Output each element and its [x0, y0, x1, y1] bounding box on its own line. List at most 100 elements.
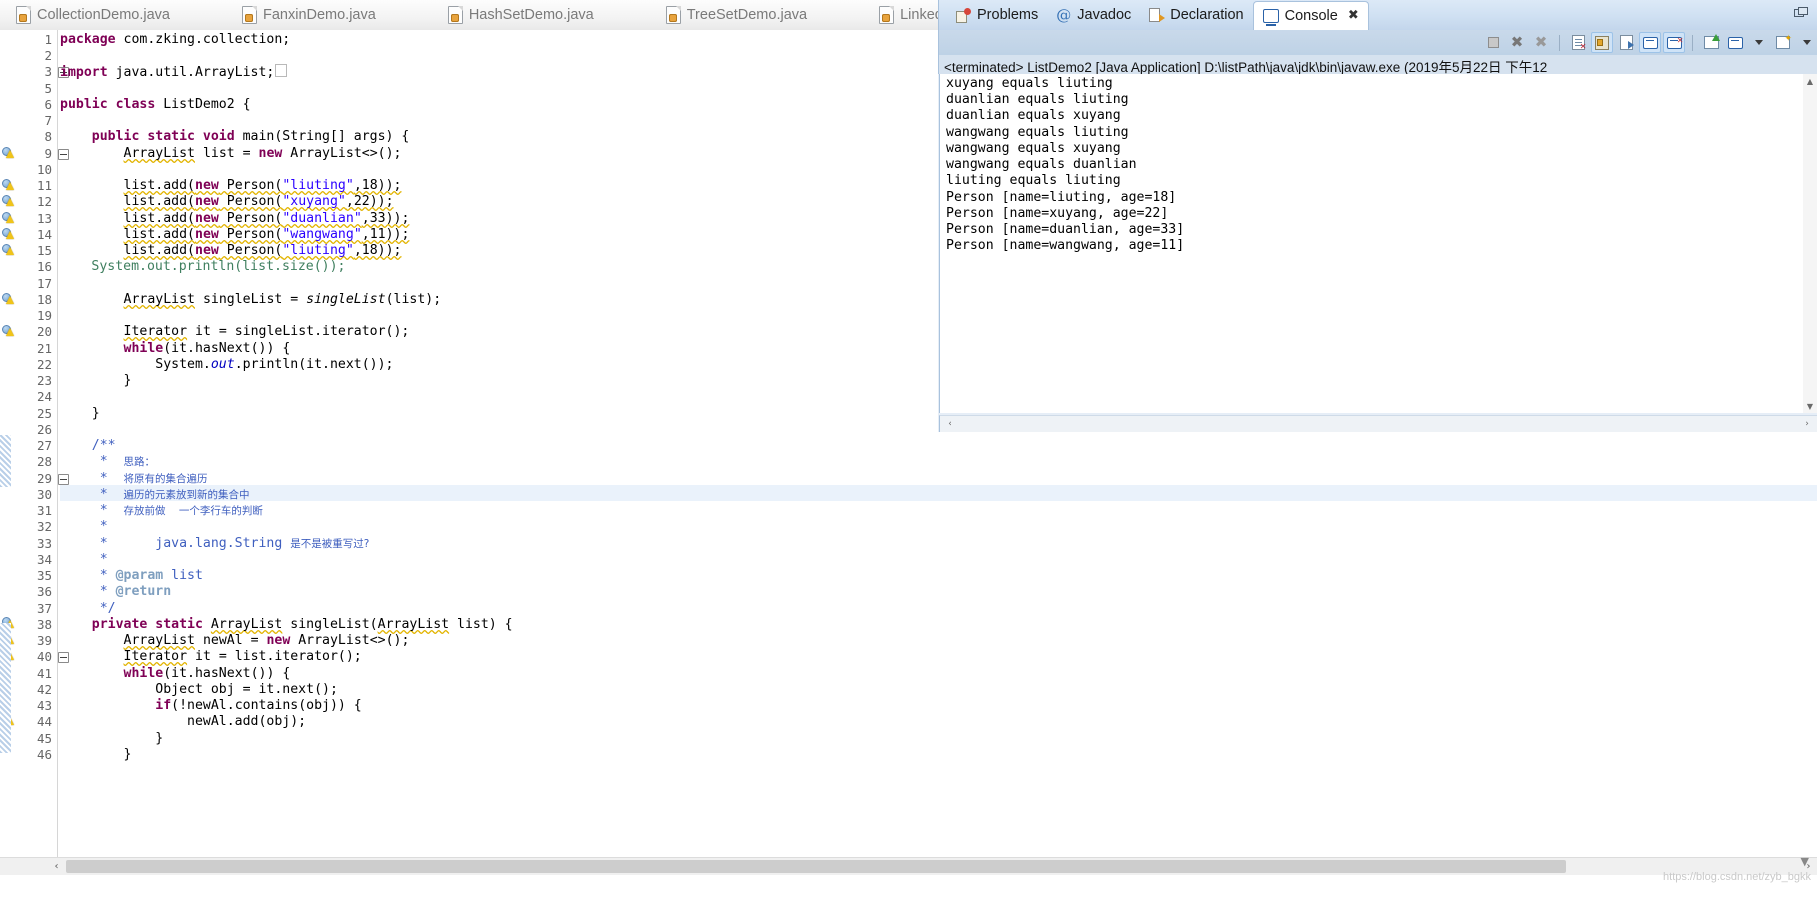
scroll-right-icon[interactable]: › — [1799, 416, 1815, 432]
editor-horizontal-scrollbar[interactable]: ‹ › — [0, 857, 1817, 875]
warning-marker-icon[interactable] — [2, 178, 16, 192]
terminate-button[interactable] — [1482, 32, 1504, 53]
java-file-icon — [16, 6, 31, 24]
tab-javadoc[interactable]: @ Javadoc — [1047, 0, 1140, 30]
line-number: 40 — [36, 649, 52, 664]
line-number: 34 — [36, 552, 52, 567]
warning-marker-icon[interactable] — [2, 146, 16, 160]
x-icon: ✖ — [1510, 33, 1524, 51]
warning-marker-icon[interactable] — [2, 292, 16, 306]
code-line-25: } — [60, 406, 100, 421]
scroll-left-icon[interactable]: ‹ — [942, 416, 958, 432]
editor-tab-collectiondemo[interactable]: CollectionDemo.java — [6, 1, 184, 29]
line-number: 3 — [44, 64, 52, 79]
line-number: 15 — [36, 243, 52, 258]
tab-label: Problems — [977, 7, 1039, 23]
gutter-divider — [57, 30, 58, 875]
pin-console-button[interactable] — [1700, 32, 1722, 53]
code-line-14: list.add(new Person("wangwang",11)); — [123, 227, 410, 242]
editor-tab-treesetdemo[interactable]: TreeSetDemo.java — [656, 1, 821, 29]
tab-label: Declaration — [1170, 7, 1244, 23]
tab-declaration[interactable]: Declaration — [1140, 0, 1252, 30]
code-line-41: while(it.hasNext()) { — [123, 666, 291, 681]
line-number: 5 — [44, 81, 52, 96]
line-number: 12 — [36, 194, 52, 209]
line-number: 7 — [44, 113, 52, 128]
console-output-line: xuyang equals liuting — [946, 76, 1113, 91]
display-selected-console-dropdown[interactable] — [1748, 32, 1770, 53]
console-output-area[interactable]: xuyang equals liuting duanlian equals li… — [939, 74, 1817, 413]
line-number: 36 — [36, 584, 52, 599]
editor-tab-hashsetdemo[interactable]: HashSetDemo.java — [438, 1, 608, 29]
code-line-12: list.add(new Person("xuyang",22)); — [123, 194, 394, 209]
minimize-icon[interactable] — [1794, 7, 1808, 20]
code-line-11: list.add(new Person("liuting",18)); — [123, 178, 402, 193]
code-line-30: * 遍历的元素放到新的集合中 — [60, 487, 250, 502]
tab-problems[interactable]: Problems — [947, 0, 1047, 30]
line-number: 14 — [36, 227, 52, 242]
show-console-on-output-button[interactable] — [1639, 32, 1661, 53]
code-line-42: Object obj = it.next(); — [60, 682, 338, 697]
line-number: 32 — [36, 519, 52, 534]
close-icon[interactable]: ✖ — [1348, 8, 1359, 23]
line-number-ruler: 1 2 3 5 6 7 8 9 10 11 12 13 14 15 16 17 … — [18, 30, 69, 875]
console-view-tab-bar: Problems @ Javadoc Declaration Console ✖ — [938, 0, 1817, 30]
warning-marker-icon[interactable] — [2, 324, 16, 338]
line-number: 23 — [36, 373, 52, 388]
warning-marker-icon[interactable] — [2, 211, 16, 225]
clear-document-icon: ✕ — [1571, 35, 1587, 51]
console-vertical-scrollbar[interactable]: ▲ ▼ — [1803, 74, 1817, 413]
code-line-39: ArrayList newAl = new ArrayList<>(); — [123, 633, 410, 648]
code-line-29: * 将原有的集合遍历 — [60, 471, 208, 486]
java-file-icon — [665, 6, 681, 24]
console-output-line: Person [name=liuting, age=18] — [946, 190, 1177, 205]
scroll-lock-button[interactable] — [1591, 32, 1613, 53]
warning-marker-icon[interactable] — [2, 243, 16, 257]
remove-launch-button[interactable]: ✖ — [1506, 32, 1528, 53]
editor-tab-fanxindemo[interactable]: FanxinDemo.java — [232, 1, 390, 29]
console-horizontal-scrollbar[interactable]: ‹ › — [939, 415, 1817, 432]
warning-marker-icon[interactable] — [2, 194, 16, 208]
line-number: 10 — [36, 162, 52, 177]
toolbar-separator — [1692, 34, 1693, 51]
line-number: 41 — [36, 666, 52, 681]
line-number: 25 — [36, 406, 52, 421]
line-number: 29 — [36, 471, 52, 486]
line-number: 1 — [44, 32, 52, 47]
code-line-46: } — [60, 747, 132, 762]
current-line-highlight — [60, 485, 1817, 502]
word-wrap-button[interactable] — [1615, 32, 1637, 53]
line-number: 16 — [36, 259, 52, 274]
editor-hscroll-thumb[interactable] — [66, 860, 1566, 873]
console-output-icon — [1642, 36, 1658, 49]
console-output-line: wangwang equals duanlian — [946, 157, 1137, 172]
lock-icon — [1595, 35, 1609, 50]
code-line-6: public class ListDemo2 { — [60, 97, 251, 112]
scroll-down-icon[interactable]: ▼ — [1803, 399, 1817, 413]
remove-all-terminated-button[interactable]: ✖ — [1530, 32, 1552, 53]
display-selected-console-button[interactable] — [1724, 32, 1746, 53]
editor-scroll-down-icon[interactable]: ▼ — [1801, 855, 1809, 868]
declaration-icon — [1149, 7, 1166, 23]
open-console-dropdown[interactable] — [1796, 32, 1817, 53]
toolbar-separator — [1559, 34, 1560, 51]
warning-marker-icon[interactable] — [2, 227, 16, 241]
line-number: 35 — [36, 568, 52, 583]
problems-icon — [956, 7, 971, 23]
tab-label: Javadoc — [1077, 7, 1132, 23]
code-line-45: } — [60, 731, 164, 746]
console-toolbar: ✖ ✖ ✕ ✕ ✦ — [938, 30, 1817, 55]
code-line-34: * — [60, 552, 108, 567]
scroll-up-icon[interactable]: ▲ — [1803, 74, 1817, 88]
code-line-27: /** — [60, 438, 116, 453]
line-number: 38 — [36, 617, 52, 632]
line-number: 46 — [36, 747, 52, 762]
line-number: 18 — [36, 292, 52, 307]
show-console-on-error-button[interactable]: ✕ — [1663, 32, 1685, 53]
open-console-button[interactable]: ✦ — [1772, 32, 1794, 53]
line-number: 17 — [36, 276, 52, 291]
scroll-left-icon[interactable]: ‹ — [48, 858, 65, 875]
clear-console-button[interactable]: ✕ — [1567, 32, 1589, 53]
tab-console[interactable]: Console ✖ — [1252, 0, 1369, 30]
console-output-line: liuting equals liuting — [946, 173, 1121, 188]
